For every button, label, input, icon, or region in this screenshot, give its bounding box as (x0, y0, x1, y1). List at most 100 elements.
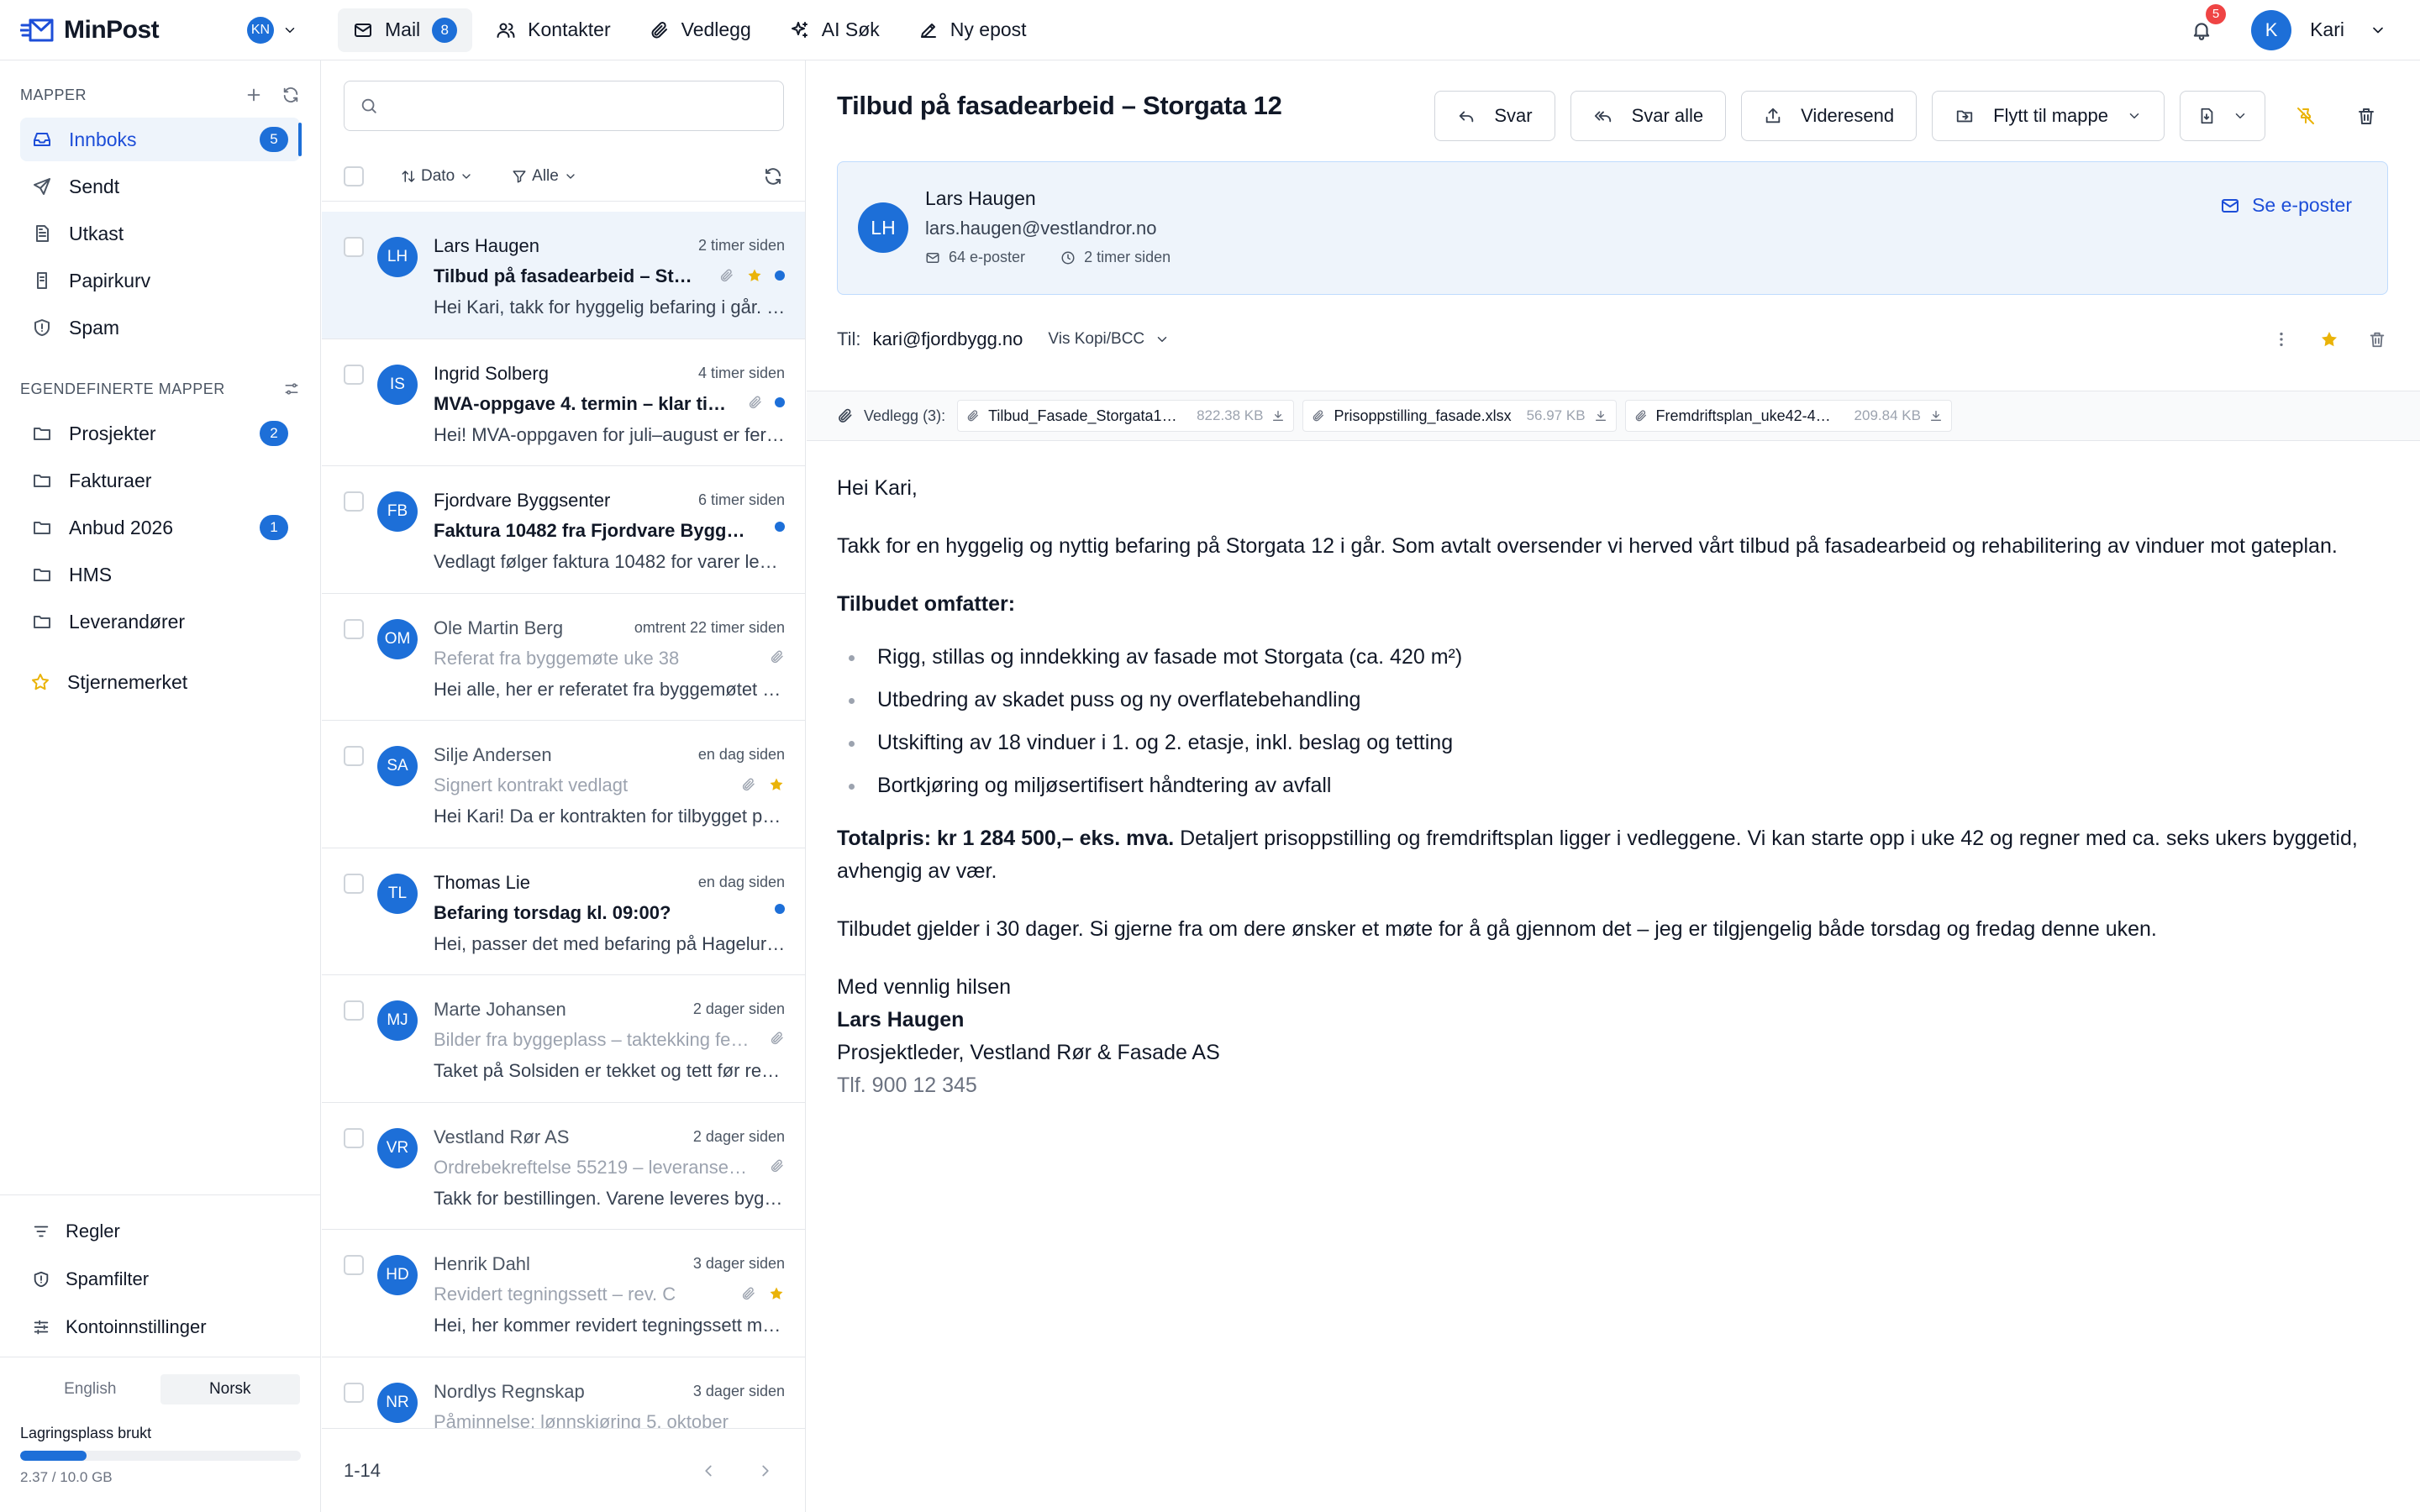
download-icon[interactable] (1929, 409, 1943, 423)
sidebar-item-starred[interactable]: Stjernemerket (20, 660, 300, 704)
message-row[interactable]: IS Ingrid Solberg 4 timer siden MVA-oppgave… (322, 339, 805, 466)
paperclip-icon (719, 268, 734, 283)
sidebar-item-spamfilter[interactable]: Spamfilter (0, 1255, 320, 1303)
message-checkbox[interactable] (344, 873, 364, 894)
sidebar-item-trash[interactable]: Papirkurv (20, 259, 300, 302)
message-checkbox[interactable] (344, 618, 364, 639)
message-flags (763, 903, 785, 914)
message-flags (770, 1031, 785, 1046)
sidebar-item-spam[interactable]: Spam (20, 306, 300, 349)
export-button[interactable] (2180, 91, 2265, 141)
nav-ai-search[interactable]: AI Søk (775, 8, 895, 52)
filter-button[interactable]: Alle (512, 167, 577, 186)
nav-attachments[interactable]: Vedlegg (634, 8, 766, 52)
delete-button[interactable] (2346, 96, 2386, 136)
see-emails-link[interactable]: Se e-poster (2220, 194, 2352, 217)
message-checkbox[interactable] (344, 364, 364, 385)
chevron-down-icon[interactable] (2370, 22, 2386, 39)
nav-mail[interactable]: Mail 8 (338, 8, 473, 52)
prev-page-button[interactable] (699, 1462, 718, 1480)
message-time: 2 dager siden (692, 1127, 785, 1145)
attachment-chip[interactable]: Prisoppstilling_fasade.xlsx 56.97 KB (1302, 400, 1617, 432)
star-icon (30, 672, 50, 692)
attachment-chip[interactable]: Tilbud_Fasade_Storgata12.pdf 822.38 KB (957, 400, 1295, 432)
chevron-down-icon (2127, 108, 2142, 123)
sidebar-item-hms[interactable]: HMS (20, 553, 300, 596)
message-row[interactable]: TL Thomas Lie en dag siden Befaring torsdag… (322, 848, 805, 975)
reply-button[interactable]: Svar (1434, 91, 1555, 141)
sidebar-item-rules[interactable]: Regler (0, 1207, 320, 1255)
sidebar-item-drafts[interactable]: Utkast (20, 212, 300, 255)
message-checkbox[interactable] (344, 1127, 364, 1148)
message-checkbox[interactable] (344, 1255, 364, 1275)
sender-avatar: LH (858, 202, 908, 253)
search-input[interactable] (387, 81, 783, 130)
unpin-button[interactable] (2286, 96, 2326, 136)
message-preview: Vedlagt følger faktura 10482 for varer l… (434, 551, 786, 572)
sidebar-item-sent[interactable]: Sendt (20, 165, 300, 208)
sidebar-item-suppliers[interactable]: Leverandører (20, 600, 300, 643)
message-row[interactable]: NR Nordlys Regnskap 3 dager siden Påminnels… (322, 1357, 805, 1428)
search-box[interactable] (344, 81, 784, 131)
message-checkbox[interactable] (344, 1382, 364, 1403)
attachments-label-wrap: Vedlegg (3): (837, 407, 945, 425)
message-flags (748, 395, 785, 410)
next-page-button[interactable] (756, 1462, 775, 1480)
message-row[interactable]: MJ Marte Johansen 2 dager siden Bilder fra … (322, 975, 805, 1103)
message-checkbox[interactable] (344, 491, 364, 512)
sender-email[interactable]: lars.haugen@vestlandror.no (925, 218, 1157, 239)
message-row[interactable]: SA Silje Andersen en dag siden Signert kont… (322, 721, 805, 848)
message-row[interactable]: VR Vestland Rør AS 2 dager siden Ordrebekre… (322, 1103, 805, 1230)
plus-icon[interactable] (245, 86, 263, 104)
sliders-icon[interactable] (283, 381, 300, 397)
sidebar-item-count: 2 (260, 421, 288, 446)
account-switcher[interactable]: KN (247, 16, 328, 44)
sidebar-item-projects[interactable]: Prosjekter 2 (20, 412, 300, 455)
message-flags (770, 649, 785, 664)
nav-new-email[interactable]: Ny epost (903, 8, 1042, 52)
star-filled-icon[interactable] (768, 776, 785, 793)
sidebar-item-label: Utkast (69, 222, 124, 244)
select-all-checkbox[interactable] (344, 165, 364, 186)
message-checkbox[interactable] (344, 237, 364, 257)
filter-icon (512, 169, 527, 184)
show-cc-bcc-toggle[interactable]: Vis Kopi/BCC (1048, 330, 1170, 349)
sidebar: MAPPER Innboks 5 Sendt Utkast Papirkurv … (0, 60, 321, 1512)
reading-pane: Tilbud på fasadearbeid – Storgata 12 Sva… (807, 60, 2420, 1512)
notifications-button[interactable]: 5 (2191, 3, 2227, 41)
trash-icon[interactable] (2368, 330, 2386, 349)
brand[interactable]: MinPost (20, 16, 247, 45)
sidebar-item-inbox[interactable]: Innboks 5 (20, 118, 302, 161)
star-filled-icon[interactable] (746, 267, 763, 284)
refresh-icon[interactable] (281, 86, 300, 104)
unread-dot (775, 396, 785, 407)
refresh-list-button[interactable] (763, 166, 783, 186)
sidebar-item-account-settings[interactable]: Kontoinnstillinger (0, 1303, 320, 1351)
message-checkbox[interactable] (344, 1000, 364, 1021)
download-icon[interactable] (1271, 409, 1285, 423)
reply-all-button[interactable]: Svar alle (1570, 91, 1727, 141)
user-name[interactable]: Kari (2310, 18, 2344, 41)
message-checkbox[interactable] (344, 746, 364, 766)
message-row[interactable]: OM Ole Martin Berg omtrent 22 timer siden R… (322, 594, 805, 721)
message-row[interactable]: FB Fjordvare Byggsenter 6 timer siden Faktu… (322, 466, 805, 594)
sidebar-item-tenders[interactable]: Anbud 2026 1 (20, 506, 300, 549)
user-avatar[interactable]: K (2251, 9, 2292, 50)
sidebar-item-invoices[interactable]: Fakturaer (20, 459, 300, 502)
more-vertical-icon[interactable] (2272, 330, 2291, 349)
language-norsk[interactable]: Norsk (160, 1374, 300, 1404)
star-filled-icon[interactable] (768, 1285, 785, 1302)
move-to-folder-button[interactable]: Flytt til mappe (1932, 91, 2165, 141)
message-flags (770, 1158, 785, 1173)
language-english[interactable]: English (20, 1374, 160, 1404)
message-subject: MVA-oppgave 4. termin – klar til gjennom… (434, 392, 730, 414)
download-icon[interactable] (1594, 409, 1607, 423)
nav-contacts[interactable]: Kontakter (481, 8, 625, 52)
forward-button[interactable]: Videresend (1741, 91, 1918, 141)
sort-button[interactable]: Dato (401, 167, 473, 186)
star-filled-icon[interactable] (2319, 329, 2339, 349)
attachment-chip[interactable]: Fremdriftsplan_uke42-48.pdf 209.84 KB (1624, 400, 1952, 432)
chevron-down-icon (1155, 332, 1170, 347)
message-row[interactable]: HD Henrik Dahl 3 dager siden Revidert tegni… (322, 1230, 805, 1357)
message-row[interactable]: LH Lars Haugen 2 timer siden Tilbud på fasa… (322, 212, 805, 339)
